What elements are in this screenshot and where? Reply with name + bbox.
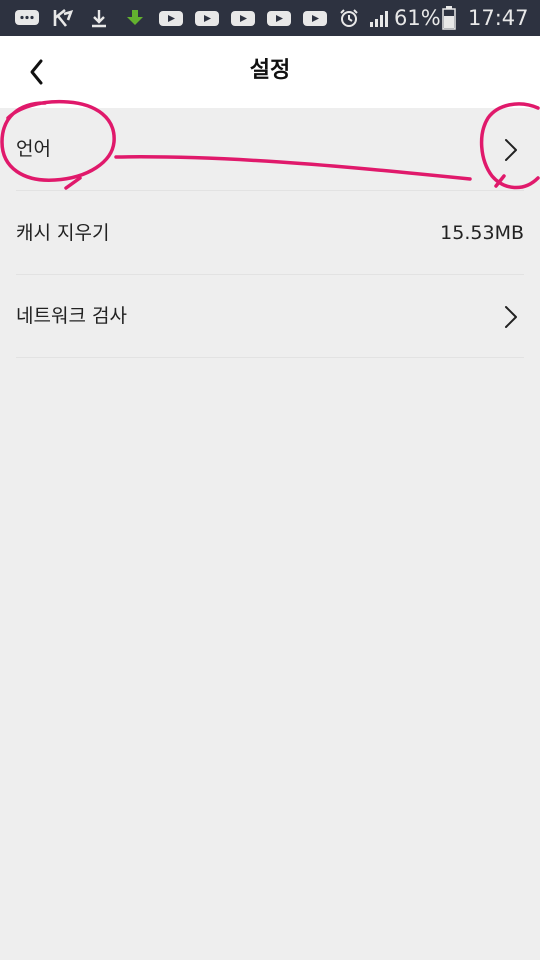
settings-item-label: 캐시 지우기 bbox=[16, 222, 110, 244]
chevron-right-icon bbox=[505, 139, 517, 161]
download-green-icon bbox=[127, 10, 143, 25]
youtube-icon bbox=[303, 11, 327, 26]
divider bbox=[16, 190, 524, 191]
youtube-icon bbox=[195, 11, 219, 26]
settings-item-label: 언어 bbox=[16, 138, 51, 160]
download-icon bbox=[92, 10, 106, 28]
youtube-icon bbox=[231, 11, 255, 26]
battery-percent: 61% bbox=[394, 6, 441, 30]
chevron-right-icon bbox=[505, 306, 517, 328]
page-title: 설정 bbox=[249, 58, 291, 83]
youtube-icon bbox=[267, 11, 291, 26]
app-header: 설정 bbox=[0, 36, 540, 108]
youtube-icon bbox=[159, 11, 183, 26]
clock: 17:47 bbox=[468, 6, 529, 30]
k-icon bbox=[53, 8, 74, 27]
alarm-icon bbox=[340, 9, 358, 27]
divider bbox=[16, 357, 524, 358]
battery-icon bbox=[442, 6, 456, 30]
chat-icon bbox=[15, 10, 39, 25]
settings-item-network-check[interactable]: 네트워크 검사 bbox=[0, 275, 540, 358]
signal-icon bbox=[370, 11, 388, 27]
settings-item-label: 네트워크 검사 bbox=[16, 305, 127, 327]
settings-item-clear-cache[interactable]: 캐시 지우기 15.53MB bbox=[0, 192, 540, 275]
cache-size-value: 15.53MB bbox=[440, 222, 524, 244]
status-bar: 61% 17:47 bbox=[0, 0, 540, 36]
settings-item-language[interactable]: 언어 bbox=[0, 108, 540, 191]
